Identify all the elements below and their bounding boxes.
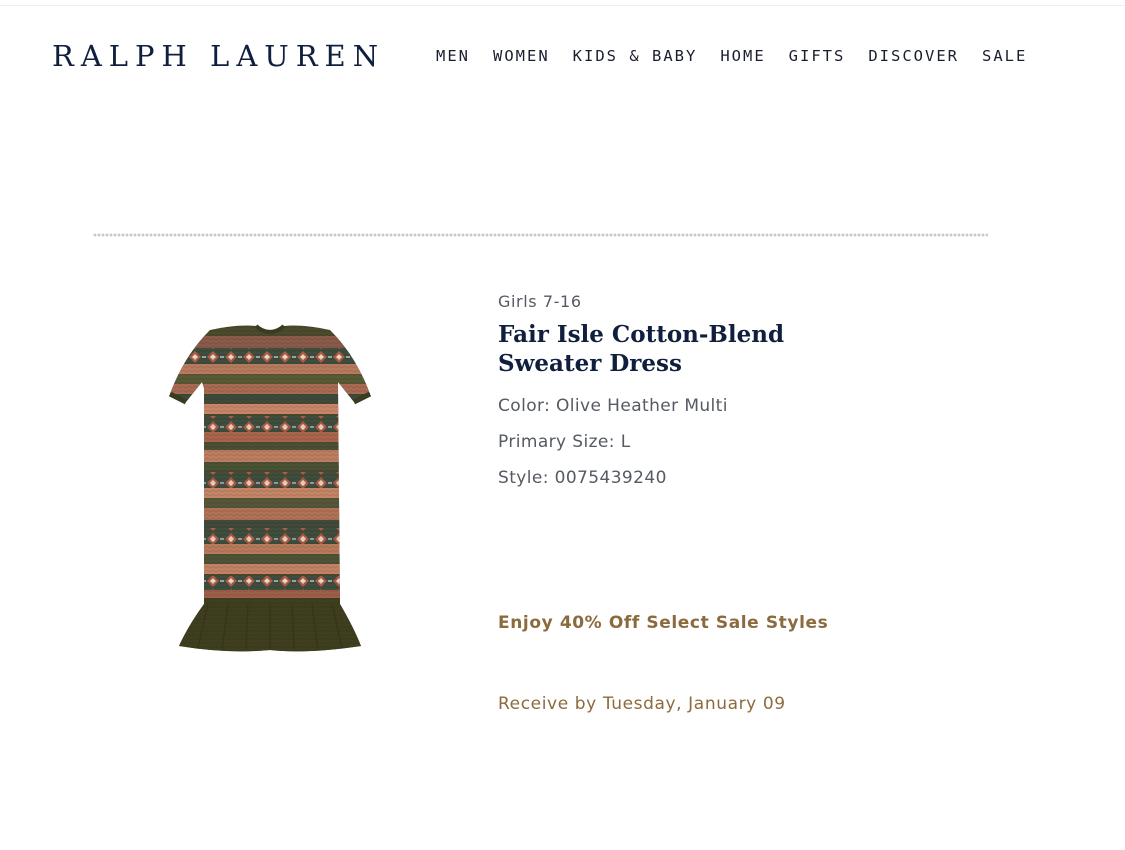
sweater-dress-icon <box>168 324 372 652</box>
nav-item-home[interactable]: HOME <box>720 46 765 66</box>
main-nav: MEN WOMEN KIDS & BABY HOME GIFTS DISCOVE… <box>436 46 1027 66</box>
nav-item-discover[interactable]: DISCOVER <box>868 46 959 66</box>
product-category: Girls 7-16 <box>498 292 582 311</box>
nav-item-kids-baby[interactable]: KIDS & BABY <box>573 46 698 66</box>
dotted-divider <box>93 233 988 237</box>
nav-item-men[interactable]: MEN <box>436 46 470 66</box>
site-header: RALPH LAUREN MEN WOMEN KIDS & BABY HOME … <box>0 0 1125 110</box>
delivery-estimate: Receive by Tuesday, January 09 <box>498 694 786 714</box>
product-style: Style: 0075439240 <box>498 468 667 488</box>
product-color: Color: Olive Heather Multi <box>498 396 728 416</box>
promo-message: Enjoy 40% Off Select Sale Styles <box>498 613 829 633</box>
brand-logo[interactable]: RALPH LAUREN <box>52 38 385 74</box>
nav-item-women[interactable]: WOMEN <box>493 46 550 66</box>
product-size: Primary Size: L <box>498 432 631 452</box>
product-image[interactable] <box>168 322 372 662</box>
nav-item-sale[interactable]: SALE <box>982 46 1027 66</box>
nav-item-gifts[interactable]: GIFTS <box>789 46 846 66</box>
product-details: Girls 7-16 Fair Isle Cotton-Blend Sweate… <box>498 290 1058 714</box>
product-title[interactable]: Fair Isle Cotton-Blend Sweater Dress <box>498 320 818 378</box>
